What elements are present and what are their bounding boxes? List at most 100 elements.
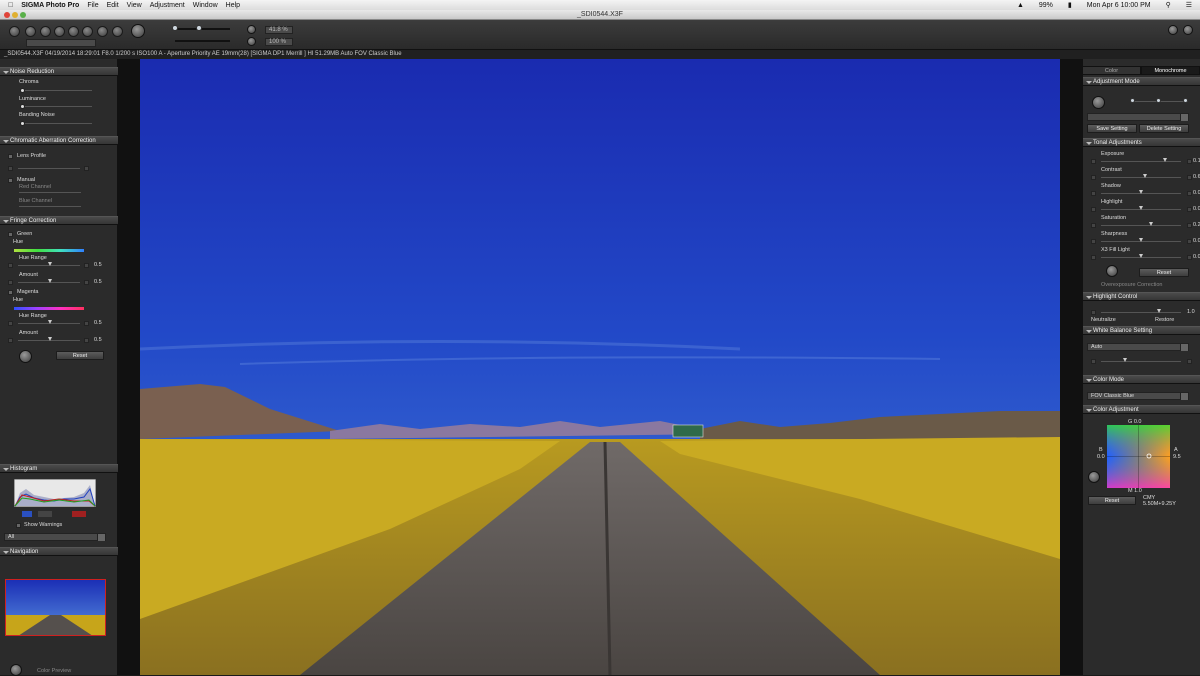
white-balance-minus[interactable] [1091, 359, 1096, 364]
exposure-slider[interactable] [1101, 161, 1181, 162]
menu-view[interactable]: View [127, 2, 142, 9]
adjustment-mode-knob-2[interactable] [1156, 98, 1161, 103]
histogram-header[interactable]: Histogram [0, 464, 118, 473]
chroma-slider[interactable] [22, 90, 92, 91]
highlight-minus[interactable] [1091, 207, 1096, 212]
sigma-logo-icon[interactable] [131, 24, 145, 38]
contrast-slider[interactable] [1101, 177, 1181, 178]
x3-fill-light-knob[interactable] [1139, 254, 1143, 258]
tonal-adjustments-header[interactable]: Tonal Adjustments [1083, 138, 1200, 147]
contrast-plus[interactable] [1187, 175, 1192, 180]
lens-profile-minus[interactable] [8, 166, 13, 171]
color-mode-select[interactable]: FOV Classic Blue [1087, 392, 1189, 400]
banding-slider[interactable] [22, 123, 92, 124]
saturation-minus[interactable] [1091, 223, 1096, 228]
highlight-slider[interactable] [1101, 312, 1181, 313]
chevron-down-icon[interactable] [1180, 114, 1188, 121]
green-checkbox[interactable] [8, 232, 13, 237]
tab-monochrome[interactable]: Monochrome [1141, 66, 1200, 75]
magenta-amount-knob[interactable] [48, 337, 52, 341]
white-balance-header[interactable]: White Balance Setting [1083, 326, 1200, 335]
shadow-plus[interactable] [1187, 191, 1192, 196]
green-range-knob[interactable] [48, 262, 52, 266]
adjustment-mode-icon[interactable] [1092, 96, 1105, 109]
photo-preview[interactable] [140, 59, 1060, 675]
menu-app-name[interactable]: SIGMA Photo Pro [21, 2, 79, 9]
luminance-knob[interactable] [20, 104, 25, 109]
magenta-range-knob[interactable] [48, 320, 52, 324]
clock[interactable]: Mon Apr 6 10:00 PM [1087, 2, 1151, 9]
histogram-channel-select[interactable]: All [4, 533, 106, 541]
saturation-plus[interactable] [1187, 223, 1192, 228]
toolbar-field[interactable] [26, 39, 96, 47]
adjustment-preset-field[interactable] [1087, 113, 1189, 121]
rotate-right-button[interactable] [68, 26, 79, 37]
tool-button-6[interactable] [97, 26, 108, 37]
menu-help[interactable]: Help [226, 2, 240, 9]
show-warnings-checkbox[interactable] [16, 523, 21, 528]
color-adjustment-header[interactable]: Color Adjustment [1083, 405, 1200, 414]
sharpness-minus[interactable] [1091, 239, 1096, 244]
exposure-plus[interactable] [1187, 159, 1192, 164]
luminance-slider[interactable] [22, 106, 92, 107]
zoom-slider-knob-2[interactable] [196, 25, 202, 31]
menu-edit[interactable]: Edit [107, 2, 119, 9]
play-button[interactable] [82, 26, 93, 37]
tool-button-2[interactable] [40, 26, 51, 37]
saturation-slider[interactable] [1101, 225, 1181, 226]
delete-setting-button[interactable]: Delete Setting [1139, 124, 1189, 133]
wifi-icon[interactable]: ▲ [1017, 2, 1024, 9]
highlight-control-header[interactable]: Highlight Control [1083, 292, 1200, 301]
tonal-reset-button[interactable]: Reset [1139, 268, 1189, 277]
fringe-reset-button[interactable]: Reset [56, 351, 104, 360]
highlight-knob[interactable] [1139, 206, 1143, 210]
x3-fill-light-plus[interactable] [1187, 255, 1192, 260]
blue-channel-slider[interactable] [19, 206, 81, 207]
apple-icon[interactable]:  [8, 2, 13, 9]
fullscreen-icon[interactable] [1183, 25, 1193, 35]
image-canvas[interactable] [118, 59, 1082, 675]
manual-checkbox[interactable] [8, 178, 13, 183]
battery-icon[interactable]: ▮ [1068, 1, 1072, 9]
list-icon[interactable]: ☰ [1186, 1, 1192, 9]
green-amount-plus[interactable] [84, 280, 89, 285]
info-button[interactable] [9, 26, 20, 37]
exposure-minus[interactable] [1091, 159, 1096, 164]
zoom-percent-field[interactable]: 41.8 % [265, 26, 293, 34]
zoom-icon[interactable] [247, 25, 256, 34]
sharpness-knob[interactable] [1139, 238, 1143, 242]
highlight-minus[interactable] [1091, 310, 1096, 315]
banding-knob[interactable] [20, 121, 25, 126]
secondary-slider[interactable] [175, 40, 230, 42]
lens-profile-slider[interactable] [18, 168, 80, 169]
save-setting-button[interactable]: Save Setting [1087, 124, 1137, 133]
rotate-left-button[interactable] [54, 26, 65, 37]
white-balance-select[interactable]: Auto [1087, 343, 1189, 351]
contrast-knob[interactable] [1143, 174, 1147, 178]
fit-icon[interactable] [247, 37, 256, 46]
shadow-knob[interactable] [1139, 190, 1143, 194]
green-amount-minus[interactable] [8, 280, 13, 285]
color-mode-header[interactable]: Color Mode [1083, 375, 1200, 384]
magenta-amount-plus[interactable] [84, 338, 89, 343]
exposure-knob[interactable] [1163, 158, 1167, 162]
green-hue-bar[interactable] [14, 249, 84, 252]
color-eyedropper-icon[interactable] [1088, 471, 1100, 483]
tool-button-7[interactable] [112, 26, 123, 37]
zoom-100-field[interactable]: 100 % [265, 38, 293, 46]
noise-reduction-header[interactable]: Noise Reduction [0, 67, 118, 76]
shadow-minus[interactable] [1091, 191, 1096, 196]
close-window-button[interactable] [4, 12, 10, 18]
eyedropper-icon[interactable] [19, 350, 32, 363]
zoom-slider-knob[interactable] [172, 25, 178, 31]
fringe-correction-header[interactable]: Fringe Correction [0, 216, 118, 225]
highlight-plus[interactable] [1187, 207, 1192, 212]
white-balance-knob[interactable] [1123, 358, 1127, 362]
sharpness-plus[interactable] [1187, 239, 1192, 244]
magenta-amount-minus[interactable] [8, 338, 13, 343]
minimize-window-button[interactable] [12, 12, 18, 18]
zoom-slider[interactable] [175, 28, 230, 30]
green-range-plus[interactable] [84, 263, 89, 268]
auto-adjust-icon[interactable] [1106, 265, 1118, 277]
saturation-knob[interactable] [1149, 222, 1153, 226]
